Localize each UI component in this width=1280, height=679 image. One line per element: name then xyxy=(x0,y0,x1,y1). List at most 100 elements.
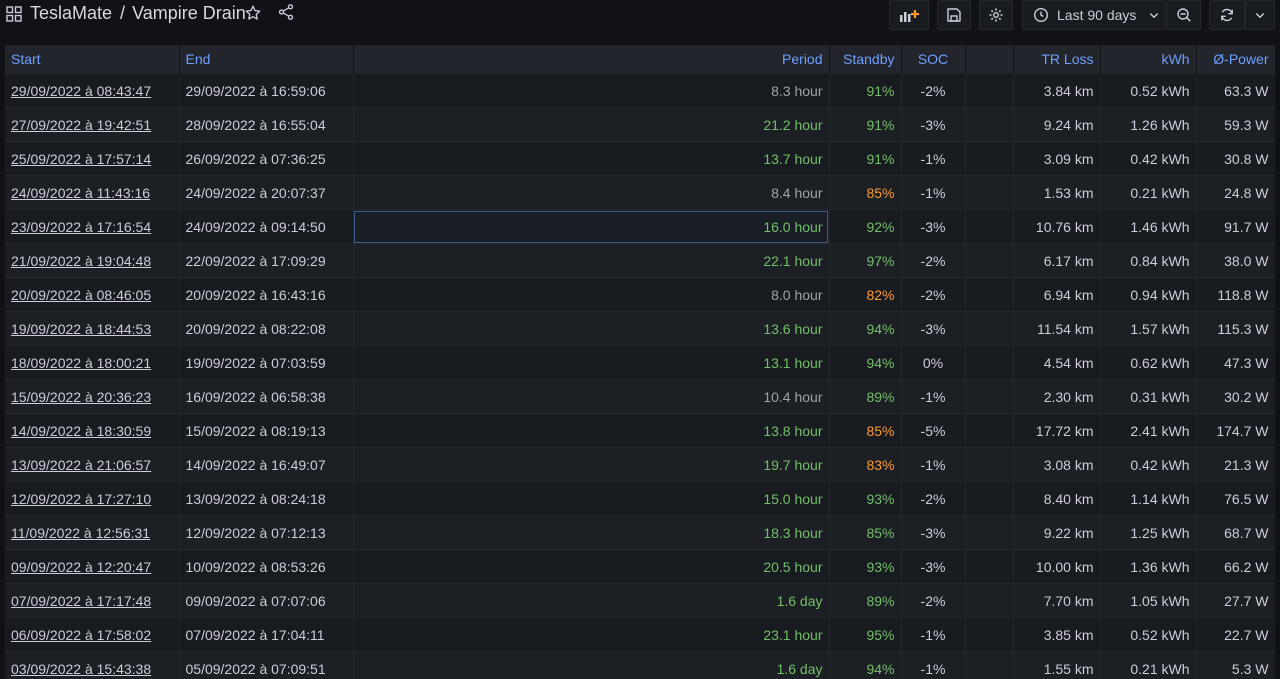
column-header-kwh[interactable]: kWh xyxy=(1100,45,1197,74)
refresh-button[interactable] xyxy=(1209,0,1245,30)
cell-start[interactable]: 29/09/2022 à 08:43:47 xyxy=(5,73,180,108)
start-link[interactable]: 03/09/2022 à 15:43:38 xyxy=(11,661,151,677)
table-header-row: Start End Period Standby SOC TR Loss kWh… xyxy=(5,45,1275,74)
cell-start[interactable]: 07/09/2022 à 17:17:48 xyxy=(5,583,180,618)
cell-start[interactable]: 20/09/2022 à 08:46:05 xyxy=(5,277,180,312)
cell-empty xyxy=(965,379,1014,414)
cell-soc: -3% xyxy=(901,311,966,346)
share-icon[interactable] xyxy=(277,3,295,21)
cell-power: 76.5 W xyxy=(1196,481,1275,516)
refresh-interval-dropdown[interactable] xyxy=(1245,0,1275,30)
cell-period: 18.3 hour xyxy=(353,515,830,550)
start-link[interactable]: 24/09/2022 à 11:43:16 xyxy=(11,185,150,201)
cell-tr-loss: 4.54 km xyxy=(1013,345,1101,380)
cell-start[interactable]: 25/09/2022 à 17:57:14 xyxy=(5,141,180,176)
cell-soc: -2% xyxy=(901,243,966,278)
cell-kwh: 2.41 kWh xyxy=(1100,413,1197,448)
start-link[interactable]: 06/09/2022 à 17:58:02 xyxy=(11,627,151,643)
start-link[interactable]: 19/09/2022 à 18:44:53 xyxy=(11,321,151,337)
grid-icon[interactable] xyxy=(6,6,22,22)
cell-end: 19/09/2022 à 07:03:59 xyxy=(179,345,354,380)
cell-start[interactable]: 06/09/2022 à 17:58:02 xyxy=(5,617,180,652)
cell-start[interactable]: 12/09/2022 à 17:27:10 xyxy=(5,481,180,516)
start-link[interactable]: 27/09/2022 à 19:42:51 xyxy=(11,117,151,133)
cell-start[interactable]: 21/09/2022 à 19:04:48 xyxy=(5,243,180,278)
cell-period: 23.1 hour xyxy=(353,617,830,652)
column-header-standby[interactable]: Standby xyxy=(829,45,902,74)
column-header-power[interactable]: Ø-Power xyxy=(1196,45,1275,74)
cell-standby: 91% xyxy=(829,107,902,142)
table-row: 13/09/2022 à 21:06:57 14/09/2022 à 16:49:… xyxy=(5,447,1275,482)
start-link[interactable]: 11/09/2022 à 12:56:31 xyxy=(11,525,150,541)
cell-kwh: 1.26 kWh xyxy=(1100,107,1197,142)
cell-end: 24/09/2022 à 09:14:50 xyxy=(179,209,354,244)
cell-period: 10.4 hour xyxy=(353,379,830,414)
save-dashboard-button[interactable] xyxy=(937,0,971,30)
start-link[interactable]: 09/09/2022 à 12:20:47 xyxy=(11,559,151,575)
breadcrumb-separator: / xyxy=(120,3,126,23)
cell-standby: 91% xyxy=(829,141,902,176)
start-link[interactable]: 14/09/2022 à 18:30:59 xyxy=(11,423,151,439)
table-row: 19/09/2022 à 18:44:53 20/09/2022 à 08:22:… xyxy=(5,311,1275,346)
start-link[interactable]: 29/09/2022 à 08:43:47 xyxy=(11,83,151,99)
cell-period: 13.7 hour xyxy=(353,141,830,176)
cell-soc: -1% xyxy=(901,141,966,176)
cell-period: 8.3 hour xyxy=(353,73,830,108)
cell-period: 1.6 day xyxy=(353,651,830,679)
start-link[interactable]: 21/09/2022 à 19:04:48 xyxy=(11,253,151,269)
cell-start[interactable]: 11/09/2022 à 12:56:31 xyxy=(5,515,180,550)
table-row: 15/09/2022 à 20:36:23 16/09/2022 à 06:58:… xyxy=(5,379,1275,414)
cell-start[interactable]: 13/09/2022 à 21:06:57 xyxy=(5,447,180,482)
start-link[interactable]: 12/09/2022 à 17:27:10 xyxy=(11,491,151,507)
table-row: 29/09/2022 à 08:43:47 29/09/2022 à 16:59:… xyxy=(5,73,1275,108)
cell-kwh: 1.36 kWh xyxy=(1100,549,1197,584)
add-panel-icon xyxy=(900,10,919,22)
dashboard-title[interactable]: Vampire Drain xyxy=(132,3,246,23)
cell-empty xyxy=(965,447,1014,482)
table-row: 20/09/2022 à 08:46:05 20/09/2022 à 16:43:… xyxy=(5,277,1275,312)
cell-tr-loss: 3.09 km xyxy=(1013,141,1101,176)
start-link[interactable]: 20/09/2022 à 08:46:05 xyxy=(11,287,151,303)
cell-start[interactable]: 14/09/2022 à 18:30:59 xyxy=(5,413,180,448)
cell-end: 05/09/2022 à 07:09:51 xyxy=(179,651,354,679)
cell-soc: -1% xyxy=(901,447,966,482)
cell-start[interactable]: 27/09/2022 à 19:42:51 xyxy=(5,107,180,142)
table-body: 29/09/2022 à 08:43:47 29/09/2022 à 16:59:… xyxy=(5,73,1275,679)
cell-soc: -1% xyxy=(901,175,966,210)
table-row: 06/09/2022 à 17:58:02 07/09/2022 à 17:04:… xyxy=(5,617,1275,652)
cell-start[interactable]: 23/09/2022 à 17:16:54 xyxy=(5,209,180,244)
start-link[interactable]: 13/09/2022 à 21:06:57 xyxy=(11,457,151,473)
cell-standby: 89% xyxy=(829,583,902,618)
start-link[interactable]: 07/09/2022 à 17:17:48 xyxy=(11,593,151,609)
cell-kwh: 0.52 kWh xyxy=(1100,73,1197,108)
dashboard-settings-button[interactable] xyxy=(979,0,1013,30)
breadcrumb-folder[interactable]: TeslaMate xyxy=(30,3,112,23)
start-link[interactable]: 25/09/2022 à 17:57:14 xyxy=(11,151,151,167)
cell-empty xyxy=(965,209,1014,244)
zoom-out-button[interactable] xyxy=(1167,0,1201,30)
column-header-start[interactable]: Start xyxy=(5,45,180,74)
column-header-end[interactable]: End xyxy=(179,45,354,74)
start-link[interactable]: 18/09/2022 à 18:00:21 xyxy=(11,355,151,371)
cell-start[interactable]: 03/09/2022 à 15:43:38 xyxy=(5,651,180,679)
cell-end: 12/09/2022 à 07:12:13 xyxy=(179,515,354,550)
cell-start[interactable]: 19/09/2022 à 18:44:53 xyxy=(5,311,180,346)
column-header-soc[interactable]: SOC xyxy=(901,45,966,74)
time-range-picker[interactable]: Last 90 days xyxy=(1022,0,1166,30)
cell-power: 30.2 W xyxy=(1196,379,1275,414)
star-icon[interactable] xyxy=(244,4,262,22)
column-header-period[interactable]: Period xyxy=(353,45,830,74)
add-panel-button[interactable] xyxy=(889,0,929,30)
start-link[interactable]: 15/09/2022 à 20:36:23 xyxy=(11,389,151,405)
cell-period: 13.8 hour xyxy=(353,413,830,448)
cell-empty xyxy=(965,311,1014,346)
cell-start[interactable]: 18/09/2022 à 18:00:21 xyxy=(5,345,180,380)
cell-start[interactable]: 09/09/2022 à 12:20:47 xyxy=(5,549,180,584)
cell-start[interactable]: 24/09/2022 à 11:43:16 xyxy=(5,175,180,210)
cell-kwh: 1.57 kWh xyxy=(1100,311,1197,346)
start-link[interactable]: 23/09/2022 à 17:16:54 xyxy=(11,219,151,235)
cell-end: 20/09/2022 à 08:22:08 xyxy=(179,311,354,346)
column-header-tr-loss[interactable]: TR Loss xyxy=(1013,45,1101,74)
cell-start[interactable]: 15/09/2022 à 20:36:23 xyxy=(5,379,180,414)
vampire-drain-table: Start End Period Standby SOC TR Loss kWh… xyxy=(5,45,1275,679)
